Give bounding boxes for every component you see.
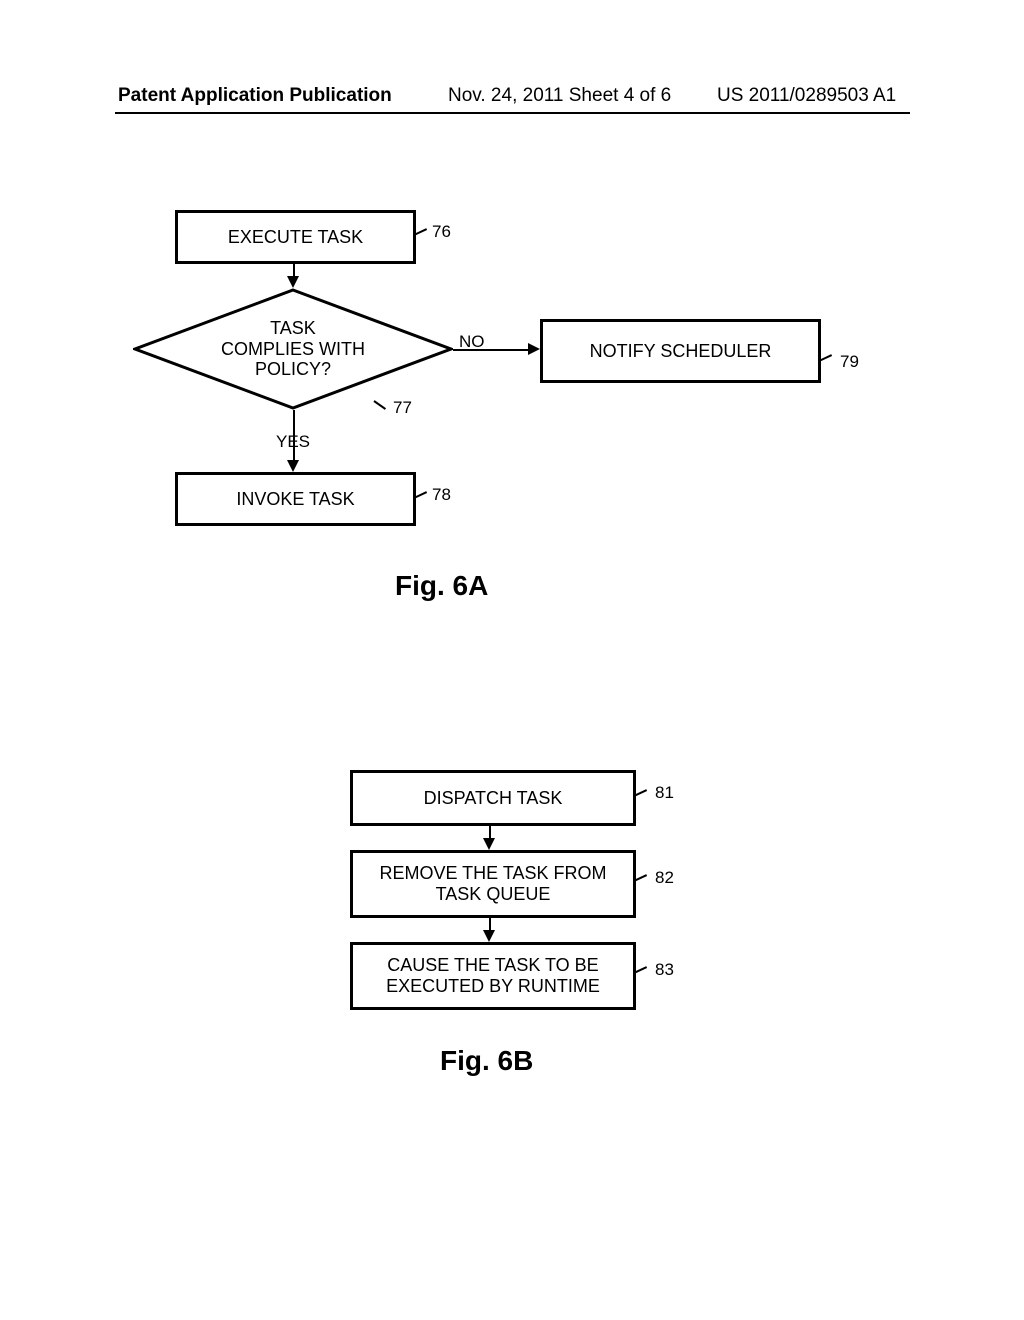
- box-invoke-task: INVOKE TASK: [175, 472, 416, 526]
- decision-task-complies: TASK COMPLIES WITH POLICY?: [133, 288, 453, 410]
- ref-label-77: 77: [393, 398, 412, 418]
- arrow-77-to-78-head: [287, 460, 299, 472]
- header-date-sheet: Nov. 24, 2011 Sheet 4 of 6: [448, 85, 671, 107]
- decision-text-label: TASK COMPLIES WITH POLICY?: [221, 318, 365, 380]
- decision-text: TASK COMPLIES WITH POLICY?: [133, 288, 453, 410]
- header-section-title: Patent Application Publication: [118, 85, 392, 107]
- arrow-76-to-77-line: [293, 261, 295, 276]
- header-rule: [115, 112, 910, 114]
- decision-no-label: NO: [459, 332, 485, 352]
- box-notify-scheduler-label: NOTIFY SCHEDULER: [590, 341, 772, 362]
- box-cause-execute-label: CAUSE THE TASK TO BE EXECUTED BY RUNTIME: [386, 955, 600, 996]
- figure-6a-caption: Fig. 6A: [395, 570, 488, 602]
- box-execute-task-label: EXECUTE TASK: [228, 227, 363, 248]
- page-root: Patent Application Publication Nov. 24, …: [0, 0, 1024, 1320]
- box-execute-task: EXECUTE TASK: [175, 210, 416, 264]
- arrow-77-to-79-head: [528, 343, 540, 355]
- arrow-81-to-82-head: [483, 838, 495, 850]
- header-pub-number: US 2011/0289503 A1: [717, 85, 896, 107]
- box-notify-scheduler: NOTIFY SCHEDULER: [540, 319, 821, 383]
- arrow-81-to-82-line: [489, 823, 491, 838]
- box-dispatch-task: DISPATCH TASK: [350, 770, 636, 826]
- box-remove-task-label: REMOVE THE TASK FROM TASK QUEUE: [379, 863, 606, 904]
- figure-6b-caption: Fig. 6B: [440, 1045, 533, 1077]
- ref-label-81: 81: [655, 783, 674, 803]
- box-invoke-task-label: INVOKE TASK: [236, 489, 354, 510]
- decision-yes-label: YES: [276, 432, 310, 452]
- ref-label-78: 78: [432, 485, 451, 505]
- ref-label-82: 82: [655, 868, 674, 888]
- box-dispatch-task-label: DISPATCH TASK: [424, 788, 563, 809]
- arrow-76-to-77-head: [287, 276, 299, 288]
- ref-label-76: 76: [432, 222, 451, 242]
- arrow-82-to-83-line: [489, 915, 491, 930]
- box-cause-execute: CAUSE THE TASK TO BE EXECUTED BY RUNTIME: [350, 942, 636, 1010]
- ref-label-83: 83: [655, 960, 674, 980]
- ref-label-79: 79: [840, 352, 859, 372]
- box-remove-task: REMOVE THE TASK FROM TASK QUEUE: [350, 850, 636, 918]
- arrow-82-to-83-head: [483, 930, 495, 942]
